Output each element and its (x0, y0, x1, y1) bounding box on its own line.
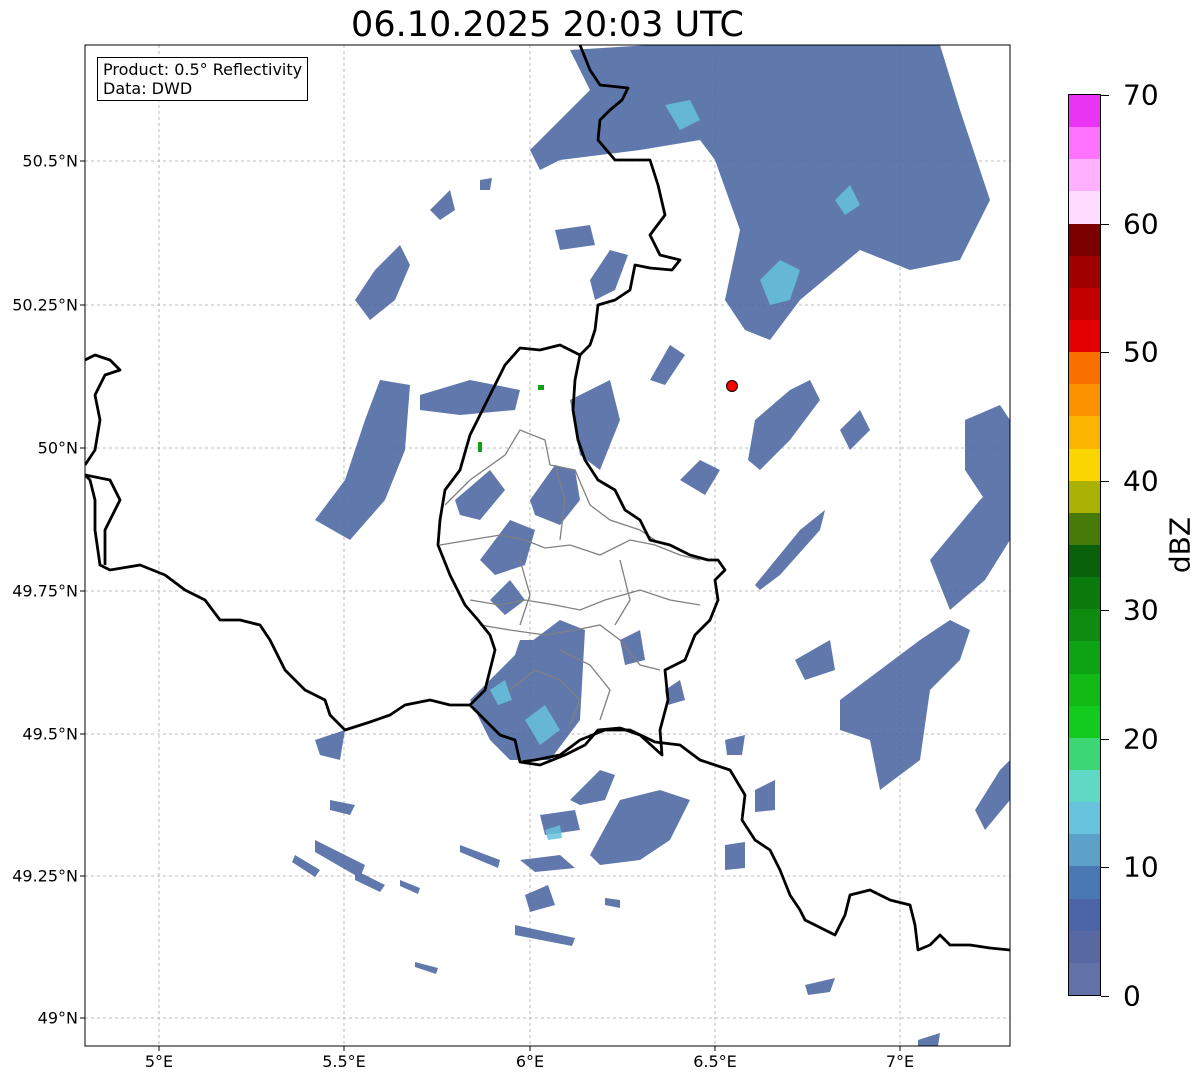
colorbar-segment (1069, 673, 1100, 706)
colorbar-segment (1069, 577, 1100, 610)
colorbar-tick (1101, 95, 1109, 96)
colorbar-segment (1069, 448, 1100, 481)
colorbar-segment (1069, 287, 1100, 321)
lon-label-6: 6°E (515, 1052, 545, 1071)
colorbar-segment (1069, 641, 1100, 674)
lon-label-5: 5°E (144, 1052, 174, 1071)
lat-label-50: 50°N (37, 438, 78, 458)
colorbar-segment (1069, 834, 1100, 867)
colorbar-label-40: 40 (1123, 464, 1159, 498)
colorbar-segment (1069, 705, 1100, 738)
lat-label-49-25: 49.25°N (12, 866, 78, 886)
radar-map (80, 44, 1011, 1051)
lat-label-49-75: 49.75°N (12, 581, 78, 601)
colorbar-tick (1101, 867, 1109, 868)
colorbar-segment (1069, 866, 1100, 899)
colorbar-segment (1069, 416, 1100, 449)
colorbar-label-10: 10 (1123, 850, 1159, 884)
colorbar-segment (1069, 95, 1100, 128)
colorbar-label-0: 0 (1123, 979, 1141, 1013)
colorbar-segment (1069, 352, 1100, 385)
colorbar-label-60: 60 (1123, 207, 1159, 241)
colorbar-segment (1069, 898, 1100, 931)
lat-label-50-25: 50.25°N (12, 295, 78, 315)
colorbar-segment (1069, 962, 1100, 995)
colorbar-segment (1069, 512, 1100, 546)
colorbar-tick (1101, 352, 1109, 353)
colorbar-segment (1069, 127, 1100, 160)
lon-label-6-5: 6.5°E (693, 1052, 737, 1071)
colorbar-tick (1101, 739, 1109, 740)
colorbar-segment (1069, 609, 1100, 642)
colorbar-segment (1069, 255, 1100, 288)
colorbar-unit-label: dBZ (1163, 516, 1197, 574)
lat-label-50-5: 50.5°N (22, 151, 78, 171)
colorbar-segment (1069, 223, 1100, 256)
radar-site-marker (726, 380, 738, 392)
colorbar-segment (1069, 770, 1100, 803)
colorbar-label-70: 70 (1123, 78, 1159, 112)
colorbar-segment (1069, 159, 1100, 192)
radar-echoes (292, 45, 1010, 1046)
map-layer (85, 45, 1010, 1046)
colorbar-segment (1069, 191, 1100, 224)
colorbar-segment (1069, 384, 1100, 417)
lat-label-49-5: 49.5°N (22, 724, 78, 744)
colorbar-label-50: 50 (1123, 335, 1159, 369)
colorbar-tick (1101, 610, 1109, 611)
colorbar-segment (1069, 802, 1100, 835)
lat-label-49: 49°N (37, 1008, 78, 1028)
lon-label-7: 7°E (885, 1052, 915, 1071)
data-source-label: Data: DWD (103, 79, 193, 98)
colorbar-tick (1101, 224, 1109, 225)
lon-label-5-5: 5.5°E (322, 1052, 366, 1071)
colorbar (1068, 94, 1101, 996)
colorbar-segment (1069, 737, 1100, 771)
colorbar-label-20: 20 (1123, 722, 1159, 756)
product-info-box: Product: 0.5° Reflectivity Data: DWD (97, 57, 309, 101)
product-label: Product: 0.5° Reflectivity (103, 60, 303, 79)
colorbar-tick (1101, 481, 1109, 482)
colorbar-label-30: 30 (1123, 593, 1159, 627)
colorbar-segment (1069, 545, 1100, 578)
colorbar-tick (1101, 996, 1109, 997)
colorbar-segment (1069, 320, 1100, 353)
colorbar-segment (1069, 930, 1100, 963)
colorbar-segment (1069, 480, 1100, 513)
